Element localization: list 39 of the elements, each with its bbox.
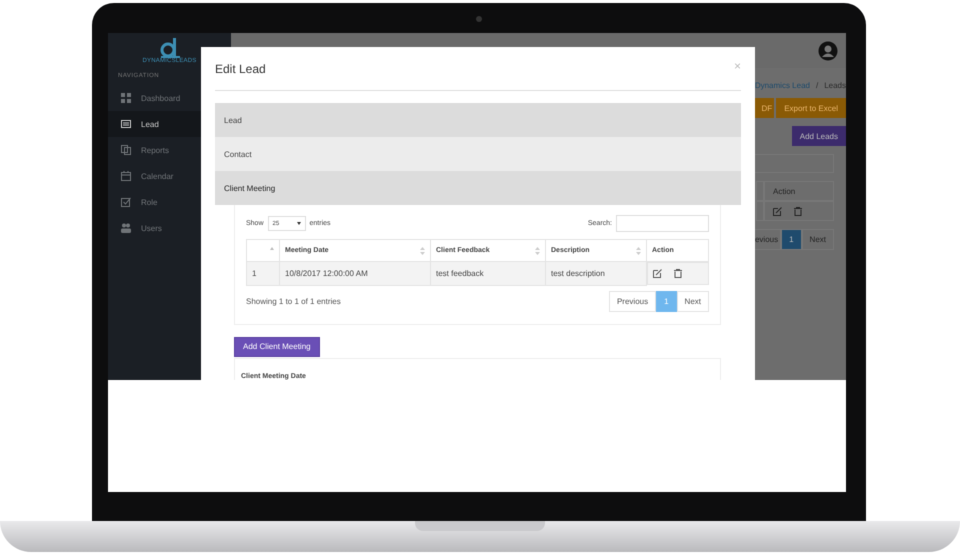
breadcrumb-separator: / bbox=[816, 81, 818, 90]
next-page-button[interactable]: Next bbox=[802, 229, 834, 250]
logo-icon bbox=[158, 38, 180, 58]
sidebar-item[interactable]: Users bbox=[108, 215, 231, 241]
trash-icon[interactable] bbox=[674, 269, 682, 278]
accordion-header[interactable]: Contact bbox=[215, 137, 741, 171]
sort-icon bbox=[270, 247, 274, 250]
table-cell: 1 bbox=[246, 262, 280, 285]
table-cell: test feedback bbox=[430, 262, 546, 285]
accordion-header[interactable]: Lead bbox=[215, 103, 741, 137]
copy-icon bbox=[121, 145, 131, 155]
edit-icon[interactable] bbox=[653, 269, 662, 278]
camera-dot bbox=[476, 16, 482, 22]
add-client-meeting-button[interactable]: Add Client Meeting bbox=[234, 336, 320, 356]
table-header-cell bbox=[756, 181, 764, 201]
caret-icon bbox=[296, 222, 301, 225]
page-button[interactable]: 1 bbox=[781, 229, 802, 250]
table-cell: 10/8/2017 12:00:00 AM bbox=[280, 262, 430, 285]
sort-icon bbox=[636, 247, 641, 255]
next-page-button[interactable]: Next bbox=[676, 290, 709, 312]
table-cell: test description bbox=[546, 262, 646, 285]
sort-icon bbox=[535, 247, 540, 255]
users-icon bbox=[121, 223, 131, 233]
table-header-cell: Action bbox=[764, 181, 834, 201]
dialog-title: Edit Lead bbox=[215, 62, 266, 76]
entries-summary: Showing 1 to 1 of 1 entries bbox=[246, 296, 341, 306]
card-icon bbox=[121, 119, 131, 129]
edit-icon[interactable] bbox=[773, 206, 782, 216]
export-button[interactable]: Export to Excel bbox=[776, 98, 846, 118]
grid-icon bbox=[121, 93, 131, 103]
user-avatar-icon[interactable] bbox=[818, 40, 838, 60]
trash-icon[interactable] bbox=[794, 206, 802, 216]
add-leads-button[interactable]: Add Leads bbox=[792, 126, 846, 146]
breadcrumb-item: Leads bbox=[824, 81, 846, 90]
sort-icon bbox=[420, 247, 425, 255]
checkbox-icon bbox=[121, 197, 131, 207]
previous-page-button[interactable]: Previous bbox=[608, 290, 656, 312]
calendar-icon bbox=[121, 171, 131, 181]
accordion-header[interactable]: Client Meeting bbox=[215, 171, 741, 205]
